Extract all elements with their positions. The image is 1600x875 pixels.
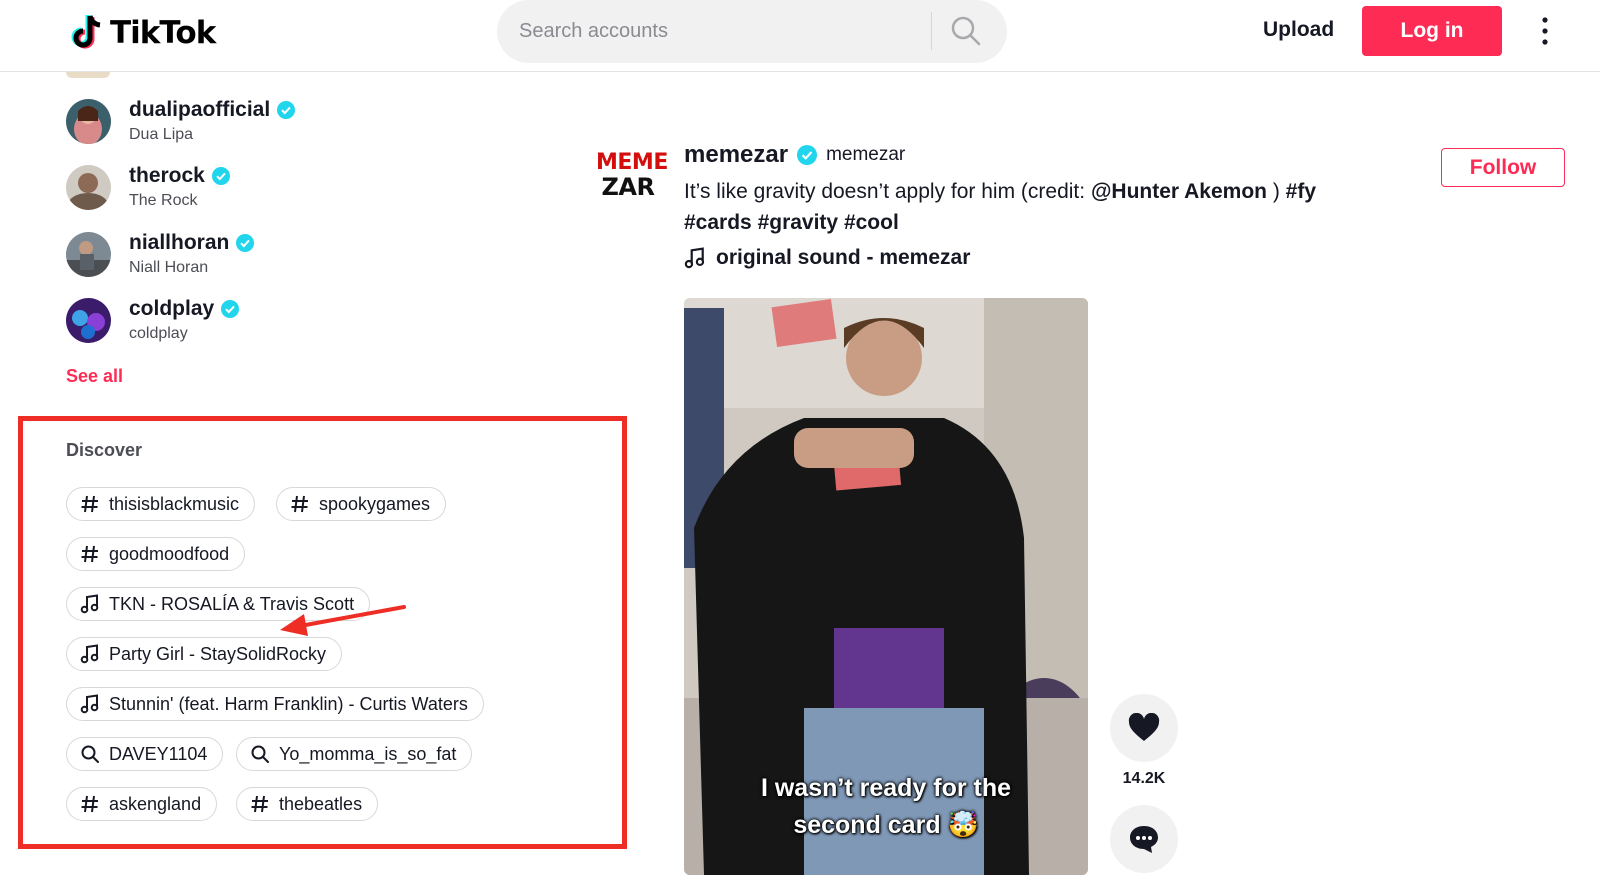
tag-label: thebeatles — [279, 793, 363, 814]
avatar-text-line2: ZAR — [601, 173, 655, 201]
account-username-text: niallhoran — [129, 231, 230, 254]
discover-tag-hashtag[interactable]: thisisblackmusic — [66, 487, 256, 521]
discover-tag-search[interactable]: Yo_momma_is_so_fat — [236, 737, 473, 771]
discover-title: Discover — [66, 440, 143, 460]
search-bar — [497, 0, 1007, 63]
account-item-therock[interactable]: therock The Rock — [66, 164, 586, 225]
account-username: dualipaofficial — [129, 98, 296, 122]
caption-hashtag[interactable]: #cards — [684, 211, 752, 234]
more-vertical-icon[interactable] — [1535, 14, 1555, 48]
caption-text: It’s like gravity doesn’t apply for him … — [684, 180, 1091, 203]
avatar — [66, 232, 111, 277]
post-caption: It’s like gravity doesn’t apply for him … — [684, 176, 1374, 238]
tag-label: DAVEY1104 — [109, 743, 208, 764]
author-avatar[interactable]: MEME ZAR — [596, 150, 668, 202]
account-item-niallhoran[interactable]: niallhoran Niall Horan — [66, 231, 586, 292]
avatar-text-line1: MEME — [596, 150, 668, 175]
discover-tag-hashtag[interactable]: spookygames — [276, 487, 447, 521]
hashtag-icon — [81, 545, 98, 563]
discover-tag-music[interactable]: TKN - ROSALÍA & Travis Scott — [66, 587, 371, 621]
caption-separator: ) — [1267, 180, 1286, 203]
top-nav: TikTok Upload Log in — [0, 0, 1600, 72]
discover-tag-music[interactable]: Stunnin' (feat. Harm Franklin) - Curtis … — [66, 687, 484, 721]
account-username: coldplay — [129, 297, 240, 321]
account-display-name: Dua Lipa — [129, 126, 194, 143]
like-count: 14.2K — [1122, 770, 1166, 787]
hashtag-icon — [81, 495, 98, 513]
tag-label: Stunnin' (feat. Harm Franklin) - Curtis … — [109, 693, 468, 714]
verified-badge-icon — [236, 234, 255, 252]
upload-link[interactable]: Upload — [1263, 18, 1334, 42]
avatar — [66, 298, 111, 343]
tag-label: spookygames — [319, 493, 431, 514]
account-username-text: coldplay — [129, 297, 215, 320]
tag-label: Yo_momma_is_so_fat — [279, 743, 457, 764]
tag-label: goodmoodfood — [109, 543, 230, 564]
follow-button[interactable]: Follow — [1441, 148, 1565, 187]
tag-label: Party Girl - StaySolidRocky — [109, 643, 327, 664]
post-sound-link[interactable]: original sound - memezar — [684, 246, 970, 270]
tag-label: TKN - ROSALÍA & Travis Scott — [109, 593, 355, 614]
video-player[interactable]: I wasn’t ready for the second card 🤯 — [684, 298, 1088, 875]
search-icon — [81, 745, 99, 763]
overlay-line: I wasn’t ready for the — [760, 774, 1012, 802]
avatar — [66, 99, 111, 144]
caption-hashtag[interactable]: #gravity — [758, 211, 839, 234]
login-button[interactable]: Log in — [1362, 6, 1502, 56]
verified-badge-icon — [211, 167, 230, 185]
avatar — [66, 165, 111, 210]
verified-badge-icon — [797, 145, 818, 165]
discover-tag-search[interactable]: DAVEY1104 — [66, 737, 224, 771]
music-note-icon — [684, 247, 705, 269]
account-username-text: dualipaofficial — [129, 98, 271, 121]
discover-section: Discover thisisblackmusic spookygames go… — [18, 416, 627, 849]
author-username[interactable]: memezar — [684, 141, 788, 169]
verified-badge-icon — [221, 300, 240, 318]
caption-hashtag[interactable]: #cool — [844, 211, 899, 234]
tag-label: askengland — [109, 793, 202, 814]
music-note-icon — [80, 694, 99, 714]
tiktok-logo[interactable]: TikTok — [70, 8, 216, 58]
heart-icon — [1128, 713, 1160, 741]
account-item-coldplay[interactable]: coldplay coldplay — [66, 297, 586, 358]
account-username: therock — [129, 164, 230, 188]
see-all-link[interactable]: See all — [66, 366, 123, 387]
search-divider — [931, 12, 932, 50]
comment-icon — [1130, 826, 1158, 853]
account-item-dualipaofficial[interactable]: dualipaofficial Dua Lipa — [66, 98, 586, 159]
author-nickname: memezar — [826, 144, 906, 165]
like-button[interactable] — [1110, 694, 1178, 762]
search-icon — [251, 745, 269, 763]
music-note-icon — [80, 594, 99, 614]
sound-label: original sound - memezar — [716, 246, 971, 269]
account-display-name: Niall Horan — [129, 259, 209, 276]
account-username: niallhoran — [129, 231, 255, 255]
tag-label: thisisblackmusic — [109, 493, 240, 514]
account-display-name: The Rock — [129, 192, 198, 209]
logo-text: TikTok — [110, 15, 216, 51]
account-display-name: coldplay — [129, 325, 188, 342]
caption-hashtag[interactable]: #fy — [1286, 180, 1316, 203]
discover-tag-hashtag[interactable]: goodmoodfood — [66, 537, 246, 571]
account-username-text: therock — [129, 164, 205, 187]
hashtag-icon — [81, 795, 98, 813]
verified-badge-icon — [277, 101, 296, 119]
sidebar: dualipaofficial Dua Lipa therock The Roc… — [0, 72, 640, 875]
overlay-line: second card 🤯 — [793, 811, 979, 839]
search-icon[interactable] — [949, 14, 983, 48]
tiktok-logo-icon — [71, 15, 101, 49]
partial-avatar — [66, 72, 110, 78]
music-note-icon — [80, 644, 99, 664]
discover-tag-music[interactable]: Party Girl - StaySolidRocky — [66, 637, 343, 671]
hashtag-icon — [251, 795, 268, 813]
caption-mention[interactable]: @Hunter Akemon — [1091, 180, 1267, 203]
discover-tag-hashtag[interactable]: askengland — [66, 787, 218, 821]
discover-tag-hashtag[interactable]: thebeatles — [236, 787, 379, 821]
hashtag-icon — [291, 495, 308, 513]
post-author: memezar memezar — [684, 141, 905, 169]
comment-button[interactable] — [1110, 805, 1178, 873]
search-input[interactable] — [519, 12, 899, 50]
video-overlay-caption: I wasn’t ready for the second card 🤯 — [684, 770, 1088, 844]
